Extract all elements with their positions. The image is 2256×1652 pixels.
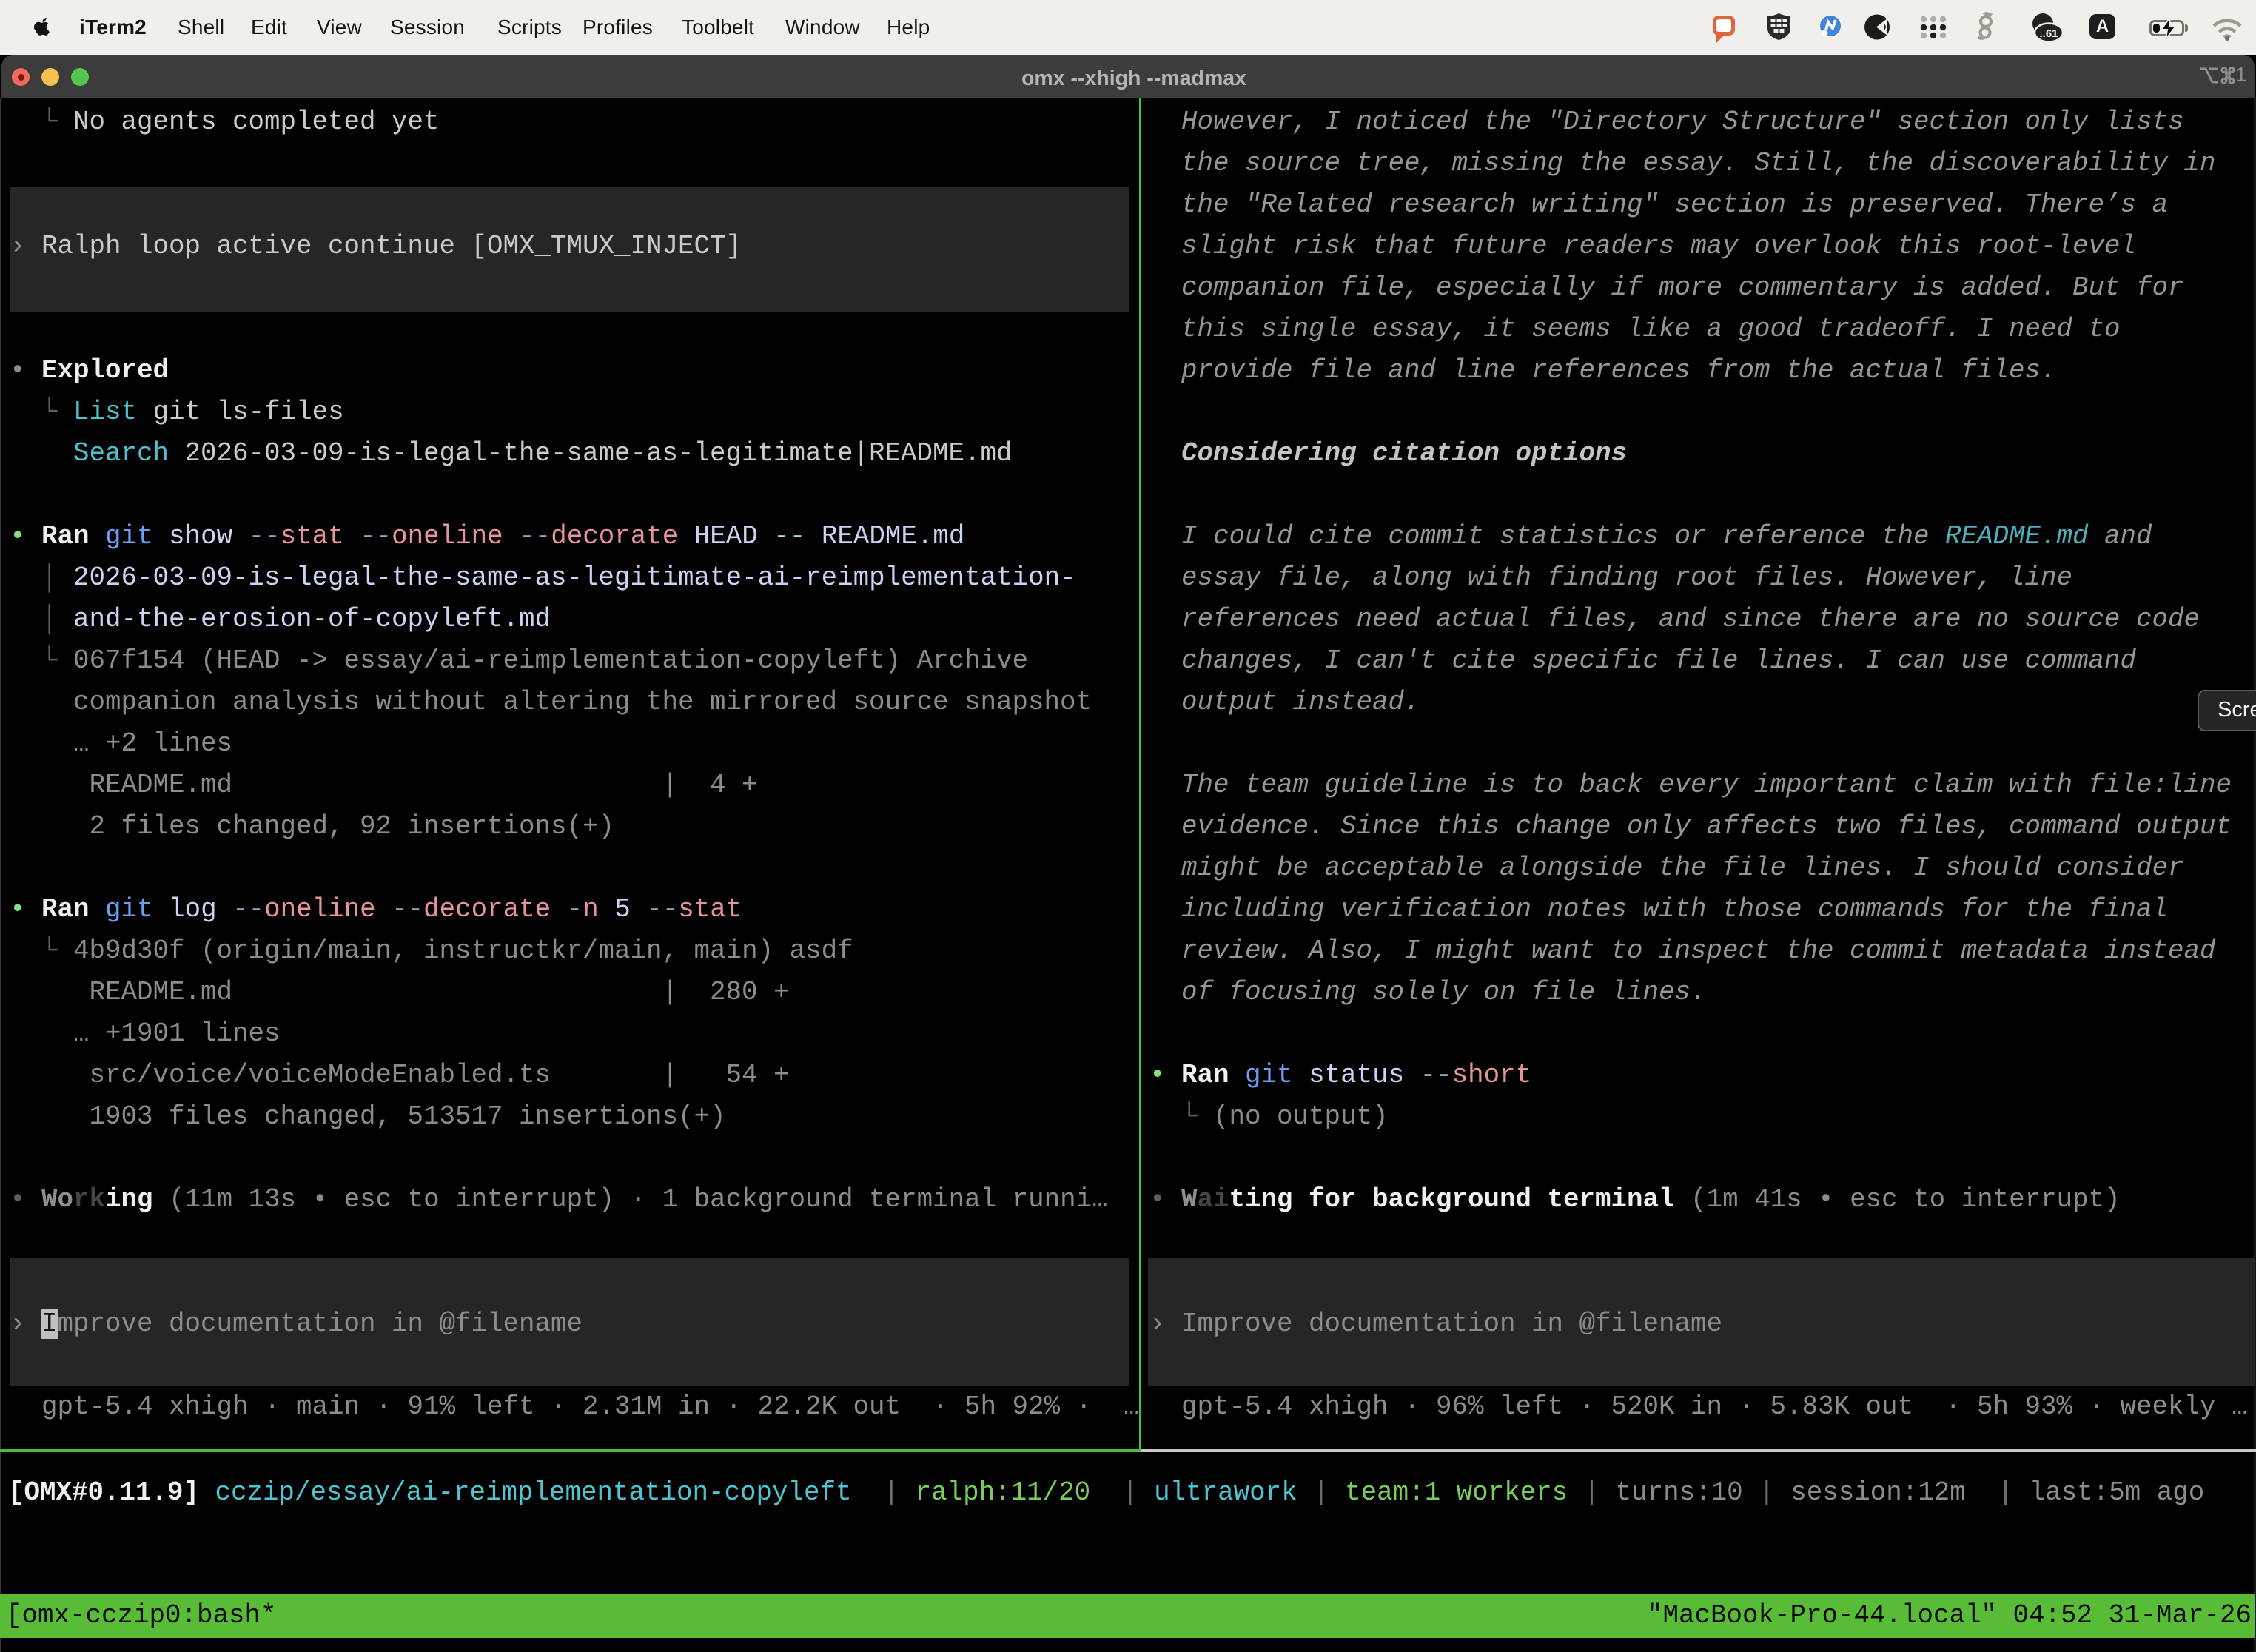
svg-text:..61: ..61	[2039, 27, 2058, 40]
